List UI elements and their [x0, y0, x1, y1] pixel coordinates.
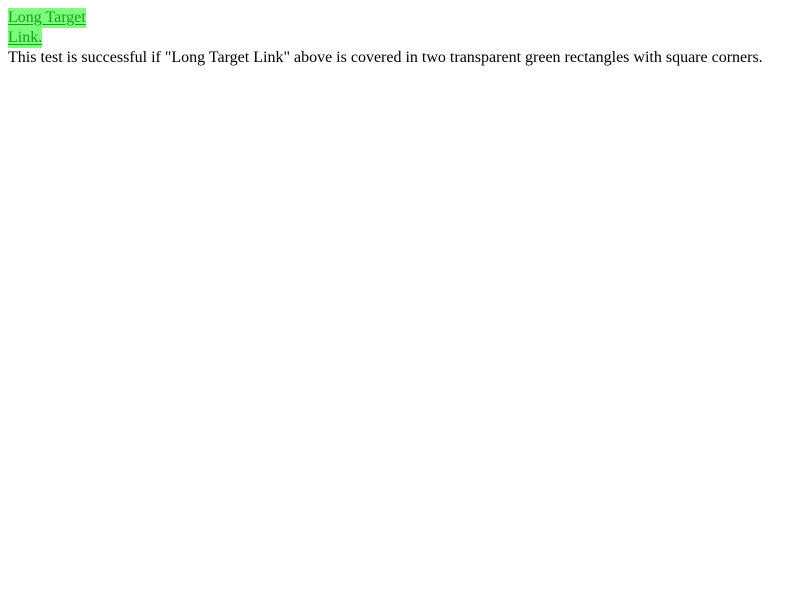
link-line-2[interactable]: Link.	[8, 28, 43, 48]
test-description: This test is successful if "Long Target …	[8, 49, 763, 66]
link-line-1[interactable]: Long Target	[8, 8, 86, 28]
long-target-link[interactable]: Long Target Link.	[8, 8, 792, 48]
page: Long Target Link. This test is successfu…	[0, 0, 800, 68]
